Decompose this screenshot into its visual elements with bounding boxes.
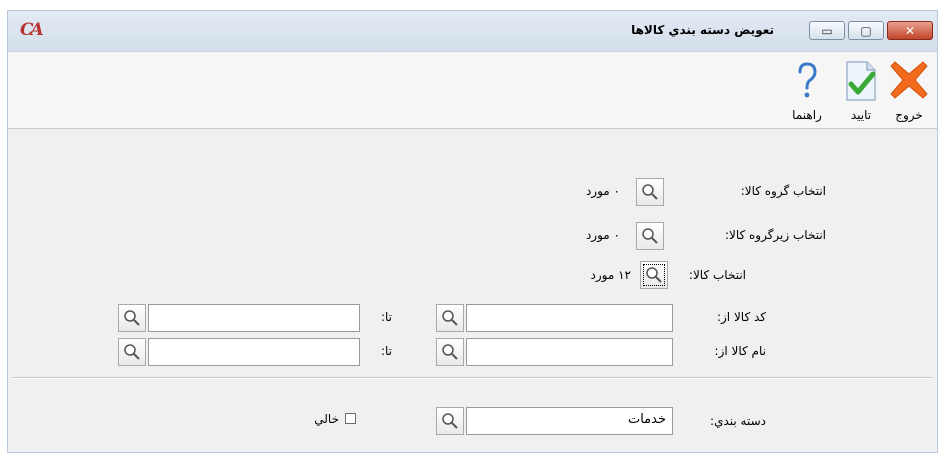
product-search-button[interactable] [640,261,668,289]
name-from-search-button[interactable] [436,338,464,366]
code-to-search-button[interactable] [118,304,146,332]
close-button[interactable]: ✕ [887,21,933,40]
magnifier-icon [124,310,140,326]
product-group-search-button[interactable] [636,178,664,206]
magnifier-icon [646,267,662,283]
app-logo: CA [20,20,44,40]
help-label: راهنما [792,108,822,122]
magnifier-icon [642,228,658,244]
dialog-content: انتخاب گروه کالا: ۰ مورد انتخاب زيرگروه … [8,129,937,452]
empty-checkbox[interactable] [345,413,356,424]
restore-button[interactable]: ▢ [848,21,884,40]
product-subgroup-label: انتخاب زيرگروه کالا: [724,228,826,242]
minimize-icon: ▭ [821,23,833,38]
restore-icon: ▢ [860,23,872,38]
magnifier-icon [642,184,658,200]
code-from-field[interactable] [466,304,673,332]
empty-label: خالي [314,412,339,426]
product-count: ۱۲ مورد [590,268,631,282]
category-search-button[interactable] [436,407,464,435]
document-check-icon [846,61,876,101]
code-from-label: کد کالا از: [716,310,766,324]
name-from-field[interactable] [466,338,673,366]
window-controls: ▭ ▢ ✕ [809,21,933,42]
product-subgroup-search-button[interactable] [636,222,664,250]
magnifier-icon [442,310,458,326]
dialog-window: CA تعويض دسته بندي کالاها ▭ ▢ ✕ خروج تاي… [7,10,938,453]
code-to-field[interactable] [148,304,360,332]
confirm-label: تاييد [850,108,872,122]
name-to-label: تا: [380,344,392,358]
section-divider [12,377,933,379]
magnifier-icon [124,344,140,360]
minimize-button[interactable]: ▭ [809,21,845,40]
close-icon: ✕ [904,23,916,38]
name-from-label: نام کالا از: [714,344,766,358]
question-icon [798,62,817,98]
title-bar: CA تعويض دسته بندي کالاها ▭ ▢ ✕ [8,11,937,52]
help-button[interactable]: راهنما [781,56,833,124]
window-title: تعويض دسته بندي کالاها [631,23,774,37]
toolbar: خروج تاييد راهنما [8,52,937,129]
magnifier-icon [442,344,458,360]
code-from-search-button[interactable] [436,304,464,332]
category-field[interactable]: خدمات [466,407,673,435]
product-label: انتخاب کالا: [688,268,746,282]
exit-button[interactable]: خروج [883,56,935,124]
exit-label: خروج [895,108,923,122]
magnifier-icon [442,413,458,429]
product-group-label: انتخاب گروه کالا: [740,184,826,198]
confirm-button[interactable]: تاييد [835,56,887,124]
category-label: دسته بندي: [710,414,766,428]
name-to-search-button[interactable] [118,338,146,366]
close-x-icon [890,61,928,99]
code-to-label: تا: [380,310,392,324]
name-to-field[interactable] [148,338,360,366]
product-subgroup-count: ۰ مورد [585,228,620,242]
product-group-count: ۰ مورد [585,184,620,198]
